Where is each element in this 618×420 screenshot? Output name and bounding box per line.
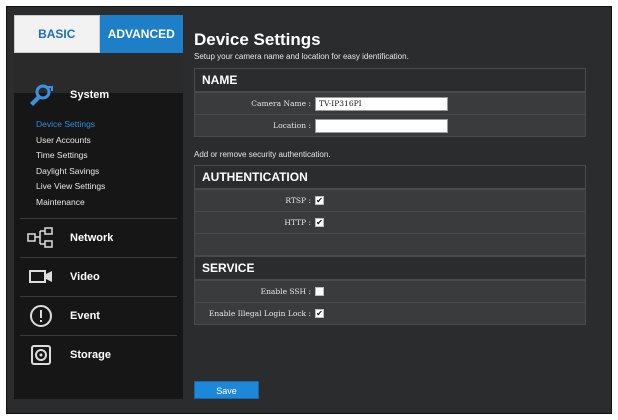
sidebar-item-event[interactable]: Event <box>14 297 183 335</box>
form-row: Camera Name : TV-IP316PI <box>195 92 585 114</box>
http-checkbox[interactable]: ✔ <box>315 218 324 227</box>
network-icon <box>24 226 58 250</box>
submenu-daylight-savings[interactable]: Daylight Savings <box>36 164 183 180</box>
rtsp-checkbox[interactable]: ✔ <box>315 196 324 205</box>
ssh-checkbox[interactable] <box>315 287 324 296</box>
sidebar-item-label: Network <box>70 232 114 244</box>
alert-icon <box>24 304 58 328</box>
authentication-panel: AUTHENTICATION RTSP : ✔ HTTP : ✔ <box>194 165 586 256</box>
http-label: HTTP : <box>284 218 311 227</box>
location-label: Location : <box>273 121 311 130</box>
sidebar-item-label: Storage <box>70 349 111 361</box>
submenu-live-view-settings[interactable]: Live View Settings <box>36 179 183 195</box>
form-row: RTSP : ✔ <box>195 189 585 211</box>
form-row: HTTP : ✔ <box>195 211 585 233</box>
save-button[interactable]: Save <box>194 381 259 399</box>
system-icon <box>24 83 58 107</box>
section-heading: AUTHENTICATION <box>195 166 585 189</box>
system-submenu: Device Settings User Accounts Time Setti… <box>14 117 183 210</box>
storage-disk-icon <box>24 343 58 367</box>
form-row: Enable SSH : <box>195 280 585 302</box>
sidebar-item-storage[interactable]: Storage <box>14 336 183 374</box>
sidebar-item-video[interactable]: Video <box>14 258 183 296</box>
main-content: Device Settings Setup your camera name a… <box>194 30 586 325</box>
page-title: Device Settings <box>194 30 321 49</box>
ssh-label: Enable SSH : <box>260 287 311 296</box>
sidebar-item-label: Video <box>70 271 100 283</box>
submenu-time-settings[interactable]: Time Settings <box>36 148 183 164</box>
name-panel: NAME Camera Name : TV-IP316PI Location : <box>194 68 586 137</box>
form-row: Enable Illegal Login Lock : ✔ <box>195 302 585 324</box>
sidebar-item-network[interactable]: Network <box>14 219 183 257</box>
service-panel: SERVICE Enable SSH : Enable Illegal Logi… <box>194 256 586 325</box>
camera-name-label: Camera Name : <box>251 99 311 108</box>
auth-note: Add or remove security authentication. <box>194 150 331 159</box>
submenu-maintenance[interactable]: Maintenance <box>36 195 183 211</box>
submenu-device-settings[interactable]: Device Settings <box>36 117 183 133</box>
tab-basic[interactable]: BASIC <box>14 15 100 53</box>
sidebar-item-label: Event <box>70 310 100 322</box>
rtsp-label: RTSP : <box>285 196 311 205</box>
location-input[interactable] <box>315 118 448 133</box>
section-heading: NAME <box>195 69 585 92</box>
video-camera-icon <box>24 265 58 289</box>
camera-name-input[interactable]: TV-IP316PI <box>315 96 448 111</box>
panel-spacer <box>195 233 585 255</box>
mode-tabs: BASIC ADVANCED <box>14 15 183 53</box>
section-heading: SERVICE <box>195 257 585 280</box>
page-subtitle: Setup your camera name and location for … <box>194 52 409 61</box>
sidebar-item-label: System <box>70 89 110 101</box>
illegal-login-lock-checkbox[interactable]: ✔ <box>315 309 324 318</box>
tab-advanced[interactable]: ADVANCED <box>99 15 183 53</box>
illegal-login-lock-label: Enable Illegal Login Lock : <box>208 309 311 318</box>
sidebar: BASIC ADVANCED System Device Settings Us… <box>14 15 183 399</box>
sidebar-item-system[interactable]: System <box>14 73 183 117</box>
form-row: Location : <box>195 114 585 136</box>
submenu-user-accounts[interactable]: User Accounts <box>36 133 183 149</box>
